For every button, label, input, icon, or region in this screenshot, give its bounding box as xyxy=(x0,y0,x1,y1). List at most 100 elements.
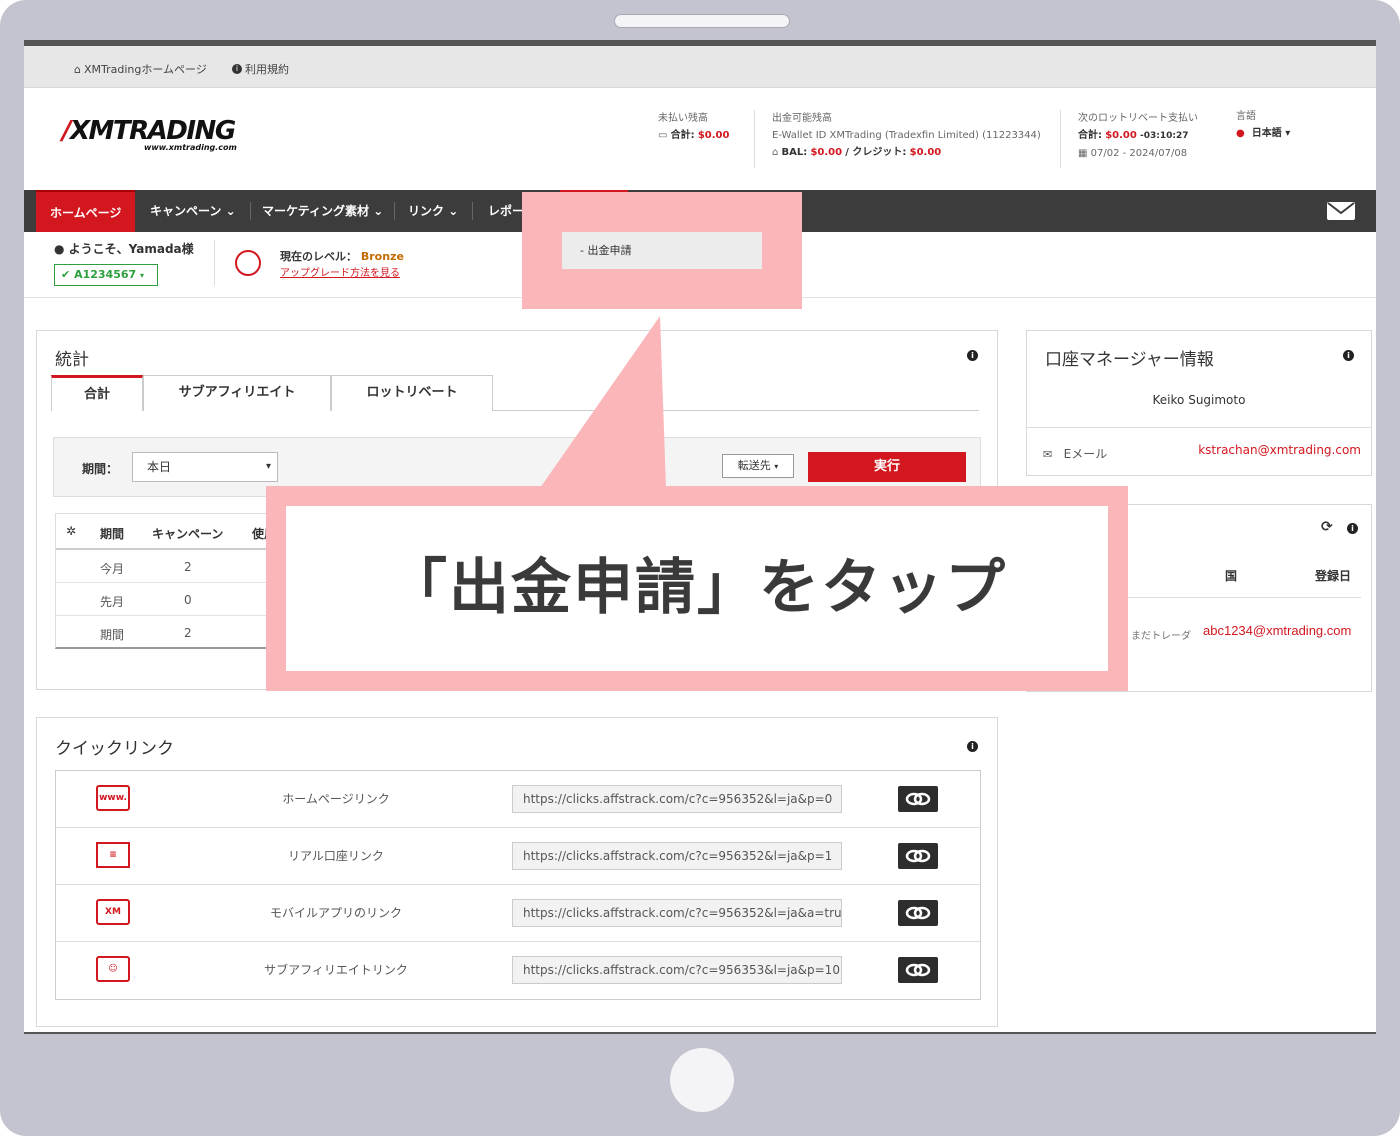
info-icon[interactable]: i xyxy=(1347,523,1358,534)
nav-reports-label: レポー xyxy=(488,204,525,218)
copy-link-button[interactable] xyxy=(898,957,938,983)
tablet-home-button[interactable] xyxy=(670,1048,734,1112)
refresh-icon[interactable]: ⟳ xyxy=(1321,519,1333,535)
tab-total-label: 合計 xyxy=(83,387,110,402)
chain-link-icon xyxy=(905,906,931,920)
caret-down-icon: ▾ xyxy=(774,462,779,471)
credit-value: $0.00 xyxy=(909,147,942,158)
nav-campaign[interactable]: キャンペーン ⌄ xyxy=(136,190,250,232)
quick-links-list: www. ホームページリンク https://clicks.affstrack.… xyxy=(55,770,981,1000)
nav-home-label: ホームページ xyxy=(50,206,122,220)
row-campaign: 0 xyxy=(184,593,192,607)
header-divider xyxy=(1060,110,1061,168)
gear-icon[interactable]: ✲ xyxy=(66,524,76,538)
period-label: 期間： xyxy=(82,462,119,476)
run-button[interactable]: 実行 xyxy=(808,452,966,482)
chevron-down-icon: ⌄ xyxy=(448,204,459,218)
info-icon[interactable]: i xyxy=(967,350,978,361)
logo-text: XMTRADING xyxy=(70,116,236,146)
trader-status: まだトレーダ xyxy=(1131,631,1191,642)
row-campaign: 2 xyxy=(184,560,192,574)
welcome-divider xyxy=(214,240,215,286)
header-divider xyxy=(754,110,755,168)
manager-email-link[interactable]: kstrachan@xmtrading.com xyxy=(1198,443,1361,457)
sub-affiliate-icon: ☺ xyxy=(96,956,130,982)
nav-links-label: リンク xyxy=(408,204,445,218)
nav-links[interactable]: リンク ⌄ xyxy=(394,190,472,232)
home-icon: ⌂ xyxy=(74,62,81,76)
dropdown-highlight: - 出金申請 xyxy=(522,192,802,309)
link-url-field[interactable]: https://clicks.affstrack.com/c?c=956352&… xyxy=(512,785,842,813)
level-info: 現在のレベル： Bronze xyxy=(280,248,404,264)
nav-campaign-label: キャンペーン xyxy=(150,204,222,218)
link-url-field[interactable]: https://clicks.affstrack.com/c?c=956353&… xyxy=(512,956,842,984)
row-campaign: 2 xyxy=(184,626,192,640)
column-country: 国 xyxy=(1225,569,1238,583)
column-registration-date: 登録日 xyxy=(1315,569,1352,583)
home-page-link[interactable]: ⌂ XMTradingホームページ xyxy=(74,61,207,77)
info-icon: i xyxy=(232,64,242,74)
bal-label: BAL: xyxy=(781,147,808,158)
tab-lot-rebate[interactable]: ロットリベート xyxy=(331,375,493,411)
account-manager-title: 口座マネージャー情報 xyxy=(1045,350,1214,370)
wallet-id: E-Wallet ID XMTrading (Tradexfin Limited… xyxy=(772,130,1041,141)
row-period: 先月 xyxy=(100,595,125,609)
list-item: ☺ サブアフィリエイトリンク https://clicks.affstrack.… xyxy=(56,942,980,999)
level-label: 現在のレベル： xyxy=(280,250,357,263)
link-url-field[interactable]: https://clicks.affstrack.com/c?c=956352&… xyxy=(512,899,842,927)
tab-total[interactable]: 合計 xyxy=(51,375,143,411)
copy-link-button[interactable] xyxy=(898,843,938,869)
info-icon[interactable]: i xyxy=(1343,350,1354,361)
column-period: 期間 xyxy=(100,527,125,541)
mail-icon[interactable] xyxy=(1327,202,1355,224)
chain-link-icon xyxy=(905,963,931,977)
card-icon: ▭ xyxy=(658,130,668,141)
email-label: Eメール xyxy=(1063,447,1108,461)
home-page-link-label: XMTradingホームページ xyxy=(83,63,207,76)
link-label: モバイルアプリのリンク xyxy=(269,906,402,920)
list-item: XM モバイルアプリのリンク https://clicks.affstrack.… xyxy=(56,885,980,942)
nav-home[interactable]: ホームページ xyxy=(36,190,136,232)
welcome-greeting: ● ようこそ、Yamada様 xyxy=(54,240,194,257)
forward-dropdown[interactable]: 転送先 ▾ xyxy=(722,454,794,478)
language-selector[interactable]: 言語 ● 日本語 ▾ xyxy=(1236,108,1290,142)
mobile-app-icon-text: XM xyxy=(105,907,121,917)
chevron-down-icon: ⌄ xyxy=(373,204,384,218)
nav-separator xyxy=(472,202,473,220)
level-value: Bronze xyxy=(360,250,404,263)
unpaid-total-value: $0.00 xyxy=(697,130,730,141)
envelope-icon: ✉ xyxy=(1043,448,1053,461)
header: /XMTRADING www.xmtrading.com 未払い残高 ▭ 合計:… xyxy=(24,88,1376,190)
nav-marketing[interactable]: マーケティング素材 ⌄ xyxy=(248,190,397,232)
link-url-field[interactable]: https://clicks.affstrack.com/c?c=956352&… xyxy=(512,842,842,870)
xmtrading-logo[interactable]: /XMTRADING www.xmtrading.com xyxy=(62,116,237,152)
language-value: 日本語 xyxy=(1251,128,1282,139)
link-label: リアル口座リンク xyxy=(288,849,384,863)
account-selector[interactable]: ✔ A1234567 ▾ xyxy=(54,264,158,286)
level-icon xyxy=(235,250,261,276)
list-item: ≡ リアル口座リンク https://clicks.affstrack.com/… xyxy=(56,828,980,885)
upgrade-link[interactable]: アップグレード方法を見る xyxy=(280,264,400,279)
list-item: www. ホームページリンク https://clicks.affstrack.… xyxy=(56,771,980,828)
rebate-countdown: -03:10:27 xyxy=(1140,131,1189,141)
trader-email-link[interactable]: abc1234@xmtrading.com xyxy=(1203,623,1351,638)
instruction-text: 「出金申請」をタップ xyxy=(286,506,1108,671)
tablet-frame: ⌂ XMTradingホームページ i 利用規約 /XMTRADING www.… xyxy=(0,0,1400,1136)
period-select-value: 本日 xyxy=(147,460,172,474)
nav-marketing-label: マーケティング素材 xyxy=(262,204,370,218)
period-select[interactable]: 本日 ▾ xyxy=(132,452,278,482)
rebate-date-range: 07/02 - 2024/07/08 xyxy=(1090,148,1188,159)
info-icon[interactable]: i xyxy=(967,741,978,752)
tab-sub-affiliate[interactable]: サブアフィリエイト xyxy=(143,375,331,411)
chevron-down-icon: ▾ xyxy=(265,461,271,472)
terms-link-label: 利用規約 xyxy=(245,63,289,76)
bal-value: $0.00 xyxy=(810,147,843,158)
greeting-text: ようこそ、Yamada様 xyxy=(68,242,194,256)
mobile-app-icon: XM xyxy=(96,899,130,925)
document-icon: ≡ xyxy=(96,842,130,868)
copy-link-button[interactable] xyxy=(898,786,938,812)
email-row: ✉ Eメール xyxy=(1043,445,1107,462)
terms-link[interactable]: i 利用規約 xyxy=(232,61,289,77)
withdrawal-request-menu-item[interactable]: - 出金申請 xyxy=(562,232,762,269)
copy-link-button[interactable] xyxy=(898,900,938,926)
